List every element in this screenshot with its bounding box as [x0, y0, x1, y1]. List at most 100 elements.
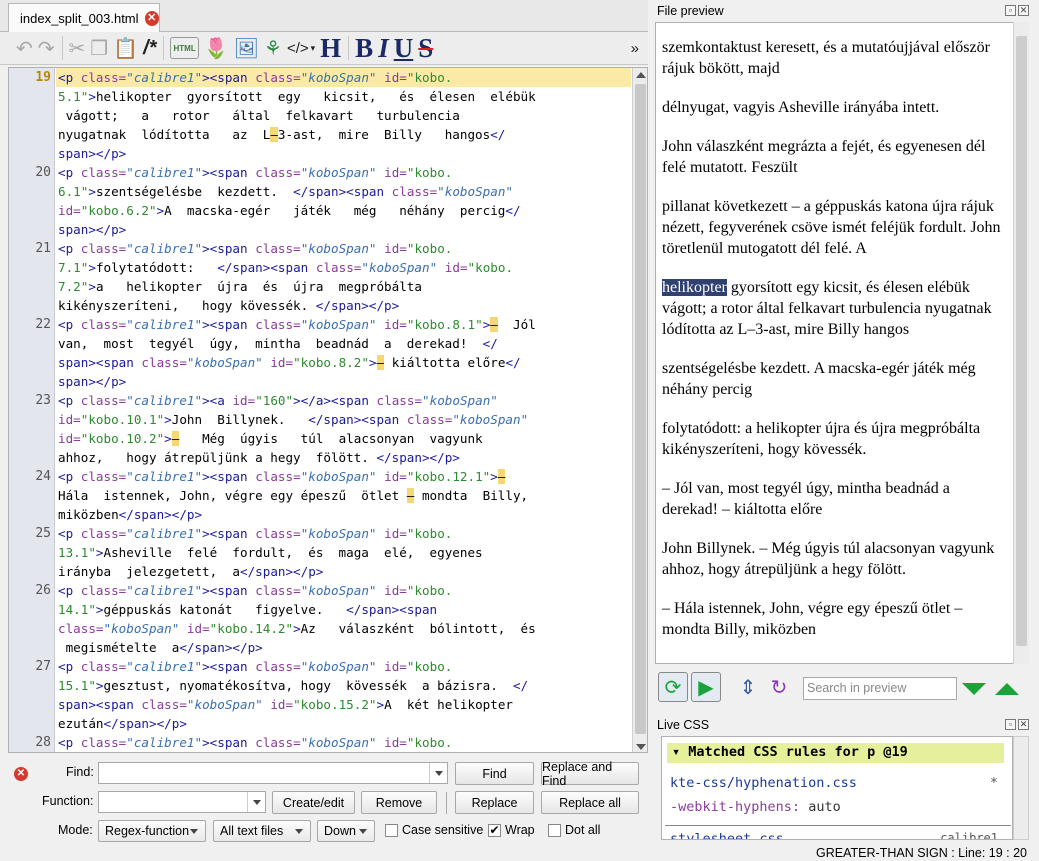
cut-icon[interactable]: ✂ — [69, 34, 86, 62]
code-editor[interactable]: 19 <p class="calibre1"><span class="koboS… — [8, 67, 648, 753]
html-icon[interactable]: HTML — [170, 37, 199, 59]
find-button[interactable]: Find — [455, 762, 534, 785]
code-line[interactable]: ahhoz, hogy átrepüljünk a hegy fölött. <… — [9, 448, 631, 467]
file-preview[interactable]: szemkontaktust keresett, és a mutatóujjá… — [655, 22, 1029, 664]
scope-select[interactable]: All text files — [213, 820, 311, 842]
file-tab[interactable]: index_split_003.html ✕ — [8, 3, 160, 32]
bold-icon[interactable]: B — [355, 33, 373, 63]
code-line[interactable]: irányba jelezgetett, a</span></p> — [9, 562, 631, 581]
link-icon[interactable]: ⚘ — [264, 34, 282, 62]
comment-icon[interactable]: /* — [143, 34, 156, 62]
paste-icon[interactable]: 📋 — [113, 34, 138, 62]
code-line[interactable]: megismételte a</span></p> — [9, 638, 631, 657]
code-line[interactable]: Hála istennek, John, végre egy épeszű öt… — [9, 486, 631, 505]
preview-search-input[interactable]: Search in preview — [803, 677, 957, 700]
css-file-link[interactable]: kte-css/hyphenation.css — [670, 775, 857, 791]
scroll-thumb[interactable] — [1016, 36, 1027, 646]
reload-icon[interactable]: ↻ — [764, 672, 794, 702]
scroll-down-icon[interactable] — [636, 744, 646, 750]
toolbar-overflow-icon[interactable]: » — [631, 34, 639, 62]
play-icon[interactable]: ▶ — [691, 672, 721, 702]
code-line[interactable]: van, most tegyél úgy, mintha beadnád a d… — [9, 334, 631, 353]
tulip-icon[interactable]: 🌷 — [204, 34, 229, 62]
code-line[interactable]: kikényszeríteni, hogy kövessék. </span><… — [9, 296, 631, 315]
replace-all-button[interactable]: Replace all — [541, 791, 639, 814]
code-line[interactable]: id="kobo.6.2">A macska-egér játék még né… — [9, 201, 631, 220]
code-line[interactable]: 7.2">a helikopter újra és újra megpróbál… — [9, 277, 631, 296]
css-file-link[interactable]: stylesheet.css — [670, 831, 784, 839]
code-line[interactable]: span></p> — [9, 144, 631, 163]
mode-select[interactable]: Regex-function — [98, 820, 206, 842]
heading-icon[interactable]: H — [320, 33, 341, 63]
code-line[interactable]: 27 <p class="calibre1"><span class="koboS… — [9, 657, 631, 676]
dot-all-checkbox[interactable] — [548, 824, 561, 837]
code-line[interactable]: 28 <p class="calibre1"><span class="koboS… — [9, 733, 631, 752]
split-icon[interactable]: ⇕ — [733, 672, 763, 702]
close-icon[interactable]: ✕ — [1018, 5, 1029, 16]
wrap-checkbox[interactable]: ✔ — [488, 824, 501, 837]
remove-button[interactable]: Remove — [361, 791, 437, 814]
code-icon[interactable]: </> ▾ — [287, 34, 315, 62]
float-icon[interactable]: ▫ — [1005, 5, 1016, 16]
code-line[interactable]: id="kobo.10.1">John Billynek. </span><sp… — [9, 410, 631, 429]
code-line[interactable]: id="kobo.10.2">– Még úgyis túl alacsonya… — [9, 429, 631, 448]
image-icon[interactable]: 🖼 — [234, 34, 259, 62]
find-input[interactable] — [98, 762, 448, 784]
live-css-header: Live CSS ▫ ✕ — [654, 715, 1039, 735]
code-line[interactable]: 5.1">helikopter gyorsított egy kicsit, é… — [9, 87, 631, 106]
strikethrough-icon[interactable]: S — [418, 33, 433, 63]
css-property: -webkit-hyphens: auto — [670, 799, 841, 815]
code-line[interactable]: class="koboSpan" id="kobo.14.2">Az válas… — [9, 619, 631, 638]
redo-icon[interactable]: ↷ — [38, 34, 55, 62]
code-line[interactable]: 6.1">szentségelésbe kezdett. </span><spa… — [9, 182, 631, 201]
close-find-icon[interactable]: ✕ — [14, 767, 28, 781]
code-line[interactable]: span></p> — [9, 372, 631, 391]
chevron-down-icon[interactable] — [247, 792, 265, 812]
scroll-thumb[interactable] — [635, 84, 646, 734]
live-css-panel[interactable]: ▾ Matched CSS rules for p @19 kte-css/hy… — [661, 736, 1013, 840]
code-line[interactable]: 19 <p class="calibre1"><span class="koboS… — [9, 68, 631, 87]
close-tab-icon[interactable]: ✕ — [144, 10, 159, 26]
refresh-icon[interactable]: ⟳ — [658, 672, 688, 702]
css-rules-header[interactable]: ▾ Matched CSS rules for p @19 — [667, 743, 1004, 763]
code-line[interactable]: 14.1">géppuskás katonát figyelve. </span… — [9, 600, 631, 619]
code-line[interactable]: ezután</span></p> — [9, 714, 631, 733]
replace-and-find-button[interactable]: Replace and Find — [541, 760, 639, 788]
code-line[interactable]: 26 <p class="calibre1"><span class="koboS… — [9, 581, 631, 600]
underline-icon[interactable]: U — [394, 33, 414, 63]
code-line[interactable]: nyugatnak lódította az L–3-ast, mire Bil… — [9, 125, 631, 144]
create-edit-button[interactable]: Create/edit — [272, 791, 355, 814]
editor-scrollbar[interactable] — [632, 68, 647, 752]
code-line[interactable]: 21 <p class="calibre1"><span class="koboS… — [9, 239, 631, 258]
chevron-down-icon[interactable] — [429, 763, 447, 783]
undo-icon[interactable]: ↶ — [16, 34, 33, 62]
code-line[interactable]: 20 <p class="calibre1"><span class="koboS… — [9, 163, 631, 182]
case-sensitive-checkbox[interactable] — [385, 824, 398, 837]
code-line[interactable]: vágott; a rotor által felkavart turbulen… — [9, 106, 631, 125]
code-line[interactable]: 15.1">gesztust, nyomatékosítva, hogy köv… — [9, 676, 631, 695]
code-line[interactable]: 25 <p class="calibre1"><span class="koboS… — [9, 524, 631, 543]
selected-word[interactable]: helikopter — [662, 279, 727, 296]
italic-icon[interactable]: I — [378, 33, 389, 63]
next-match-icon[interactable] — [962, 683, 986, 695]
code-line[interactable]: 23 <p class="calibre1"><a id="160"></a><s… — [9, 391, 631, 410]
code-line[interactable]: span><span class="koboSpan" id="kobo.8.2… — [9, 353, 631, 372]
float-icon[interactable]: ▫ — [1005, 719, 1016, 730]
live-css-scrollbar[interactable] — [1013, 736, 1029, 840]
code-line[interactable]: 7.1">folytatódott: </span><span class="k… — [9, 258, 631, 277]
code-line[interactable]: 22 <p class="calibre1"><span class="koboS… — [9, 315, 631, 334]
code-line[interactable]: 24 <p class="calibre1"><span class="koboS… — [9, 467, 631, 486]
direction-select[interactable]: Down — [317, 820, 375, 842]
code-line[interactable]: span></p> — [9, 220, 631, 239]
code-line[interactable]: span><span class="koboSpan" id="kobo.15.… — [9, 695, 631, 714]
scroll-up-icon[interactable] — [636, 72, 646, 78]
css-selector: calibre1 — [940, 831, 998, 840]
preview-scrollbar[interactable] — [1013, 22, 1029, 664]
close-icon[interactable]: ✕ — [1018, 719, 1029, 730]
code-line[interactable]: 13.1">Asheville felé fordult, és maga el… — [9, 543, 631, 562]
replace-button[interactable]: Replace — [455, 791, 534, 814]
copy-icon[interactable]: ❐ — [90, 34, 108, 62]
code-line[interactable]: miközben</span></p> — [9, 505, 631, 524]
function-input[interactable] — [98, 791, 266, 813]
previous-match-icon[interactable] — [995, 683, 1019, 695]
